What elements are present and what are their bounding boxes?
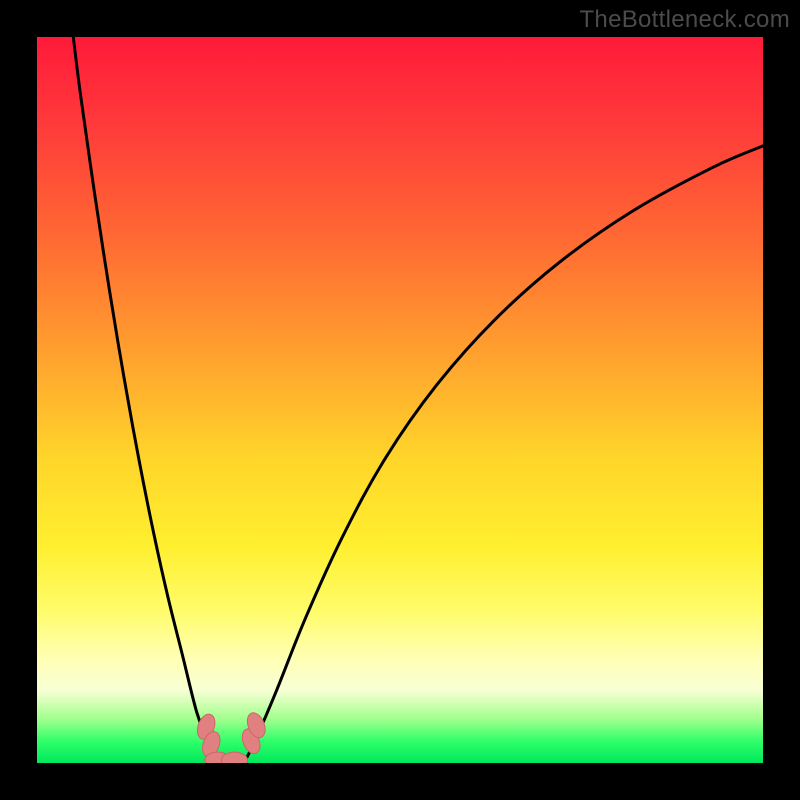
chart-svg <box>37 37 763 763</box>
chart-plot-area <box>37 37 763 763</box>
watermark-text: TheBottleneck.com <box>579 6 790 34</box>
marker-group <box>194 710 268 763</box>
curve-right-curve <box>244 146 763 763</box>
chart-frame: TheBottleneck.com <box>0 0 800 800</box>
curve-left-curve <box>73 37 215 763</box>
curve-group <box>73 37 763 763</box>
